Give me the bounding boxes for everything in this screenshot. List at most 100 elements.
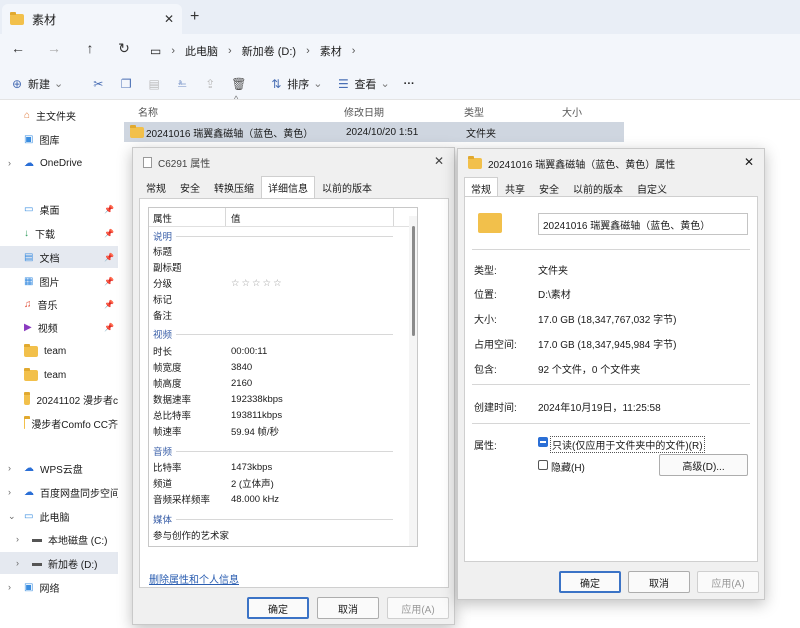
property-row[interactable]: 参与创作的艺术家 [153,527,229,543]
sidebar-item-home[interactable]: ⌂ 主文件夹 [0,104,118,126]
forward-icon[interactable]: → [44,40,64,56]
cancel-button[interactable]: 取消 [317,597,379,619]
property-row[interactable]: 副标题 [153,259,182,275]
sidebar-item-drive-d[interactable]: › ▬ 新加卷 (D:) [0,552,118,574]
ok-button[interactable]: 确定 [559,571,621,593]
share-icon[interactable]: ⇪ [203,77,217,91]
chevron-right-icon[interactable]: › [8,487,11,497]
breadcrumb-item[interactable]: 素材 [320,43,342,59]
sidebar-item-folder-comfo[interactable]: 漫步者Comfo CC齐 [0,412,118,434]
sidebar-item-drive-c[interactable]: › ▬ 本地磁盘 (C:) [0,528,118,550]
sidebar-item-baidu[interactable]: › ☁ 百度网盘同步空间 [0,481,118,503]
more-button[interactable]: ··· [404,78,415,90]
property-row[interactable]: 频道 2 (立体声) [153,475,274,491]
property-row[interactable]: 帧速率 59.94 帧/秒 [153,423,279,439]
close-icon[interactable]: ✕ [434,154,444,168]
sidebar-item-team[interactable]: team [0,340,118,362]
chevron-right-icon[interactable]: › [8,158,11,168]
tab-security[interactable]: 安全 [173,176,207,199]
copy-icon[interactable]: ❐ [119,77,133,91]
new-tab-icon[interactable]: + [190,8,199,26]
property-row[interactable]: 帧高度 2160 [153,375,252,391]
scrollbar[interactable] [409,216,417,546]
remove-properties-link[interactable]: 删除属性和个人信息 [149,571,239,586]
section-media: 媒体 [153,512,393,526]
apply-button[interactable]: 应用(A) [387,597,449,619]
property-row[interactable]: 时长 00:00:11 [153,343,267,359]
property-row[interactable]: 帧宽度 3840 [153,359,252,375]
rename-icon[interactable]: ⎁ [175,76,189,91]
sidebar-item-network[interactable]: › ▣ 网络 [0,576,118,598]
computer-icon: ▭ [150,44,162,58]
cut-icon[interactable]: ✂ [91,77,105,91]
folder-name-input[interactable]: 20241016 瑞翼鑫磁轴（蓝色、黄色） [538,213,748,235]
up-icon[interactable]: ↑ [80,40,100,56]
divider [472,423,750,424]
readonly-label[interactable]: 只读(仅应用于文件夹中的文件)(R) [550,436,705,453]
sidebar-item-gallery[interactable]: ▣ 图库 [0,128,118,150]
hidden-label[interactable]: 隐藏(H) [551,459,585,474]
sidebar-item-folder-20241102[interactable]: 20241102 漫步者c [0,388,118,410]
property-row[interactable]: 标题 [153,243,172,259]
sidebar-item-downloads[interactable]: ↓ 下载 📌 [0,222,118,244]
divider [472,384,750,385]
chevron-down-icon[interactable]: ⌄ [8,511,16,522]
tab-compression[interactable]: 转换压缩 [207,176,261,199]
breadcrumb-item[interactable]: 此电脑 [185,43,218,59]
sidebar-item-this-pc[interactable]: ⌄ ▭ 此电脑 [0,505,118,527]
advanced-button[interactable]: 高级(D)... [659,454,748,476]
property-row[interactable]: 比特率 1473kbps [153,459,272,475]
property-row[interactable]: 音频采样频率 48.000 kHz [153,491,279,507]
back-icon[interactable]: ← [8,40,28,56]
sidebar-item-music[interactable]: ♫ 音乐 📌 [0,293,118,315]
property-row[interactable]: 标记 [153,291,172,307]
apply-button[interactable]: 应用(A) [697,571,759,593]
column-size[interactable]: 大小 [562,104,582,119]
sidebar-item-videos[interactable]: ▶ 视频 📌 [0,316,118,338]
size-on-disk-label: 占用空间: [474,340,517,351]
tab-details[interactable]: 详细信息 [261,176,315,199]
hidden-checkbox[interactable] [538,460,548,470]
tab-general[interactable]: 常规 [139,176,173,199]
sidebar-item-pictures[interactable]: ▦ 图片 📌 [0,270,118,292]
file-date: 2024/10/20 1:51 [346,126,419,138]
column-name[interactable]: 名称 [138,104,158,119]
new-button[interactable]: ⊕ 新建 ⌄ [10,76,63,92]
file-row[interactable]: 20241016 瑞翼鑫磁轴（蓝色、黄色） 2024/10/20 1:51 文件… [124,122,624,142]
sidebar-item-wps[interactable]: › ☁ WPS云盘 [0,457,118,479]
chevron-right-icon[interactable]: › [8,582,11,592]
chevron-right-icon: › [228,45,232,57]
cancel-button[interactable]: 取消 [628,571,690,593]
pin-icon: 📌 [104,299,114,309]
property-row[interactable]: 备注 [153,307,172,323]
delete-icon[interactable]: 🗑 [231,77,246,91]
close-tab-icon[interactable]: ✕ [164,12,174,26]
sort-button[interactable]: ⇅ 排序 ⌄ [269,76,322,92]
scrollbar-thumb[interactable] [412,226,415,336]
property-row[interactable]: 数据速率 192338kbps [153,391,283,407]
property-row[interactable]: 总比特率 193811kbps [153,407,282,423]
property-list[interactable]: 属性 值 说明 标题 副标题 分级 ☆☆☆☆☆ 标记 备注 视频 时长 00:00:… [148,207,418,547]
sidebar-item-documents[interactable]: ▤ 文档 📌 [0,246,118,268]
sidebar-item-desktop[interactable]: ▭ 桌面 📌 [0,198,118,220]
chevron-right-icon[interactable]: › [16,534,19,544]
column-date[interactable]: 修改日期 [344,104,384,119]
breadcrumb-item[interactable]: 新加卷 (D:) [242,43,296,59]
refresh-icon[interactable]: ↻ [114,40,134,57]
breadcrumb[interactable]: ▭ › 此电脑 › 新加卷 (D:) › 素材 › [150,38,355,64]
readonly-checkbox[interactable] [538,437,548,447]
close-icon[interactable]: ✕ [744,155,754,169]
chevron-right-icon[interactable]: › [16,558,19,568]
column-type[interactable]: 类型 [464,104,484,119]
chevron-right-icon[interactable]: › [8,463,11,473]
desktop-icon: ▭ [24,203,34,215]
contains-label: 包含: [474,365,497,376]
view-button[interactable]: ☰ 查看 ⌄ [336,76,390,92]
ok-button[interactable]: 确定 [247,597,309,619]
paste-icon[interactable]: ▤ [147,77,161,91]
property-row[interactable]: 分级 ☆☆☆☆☆ [153,275,282,291]
sidebar-item-team-2[interactable]: team [0,364,118,386]
tab-sucai[interactable]: 素材 ✕ [2,4,182,34]
sidebar-item-onedrive[interactable]: › ☁ OneDrive [0,152,118,174]
tab-previous-versions[interactable]: 以前的版本 [315,176,379,199]
